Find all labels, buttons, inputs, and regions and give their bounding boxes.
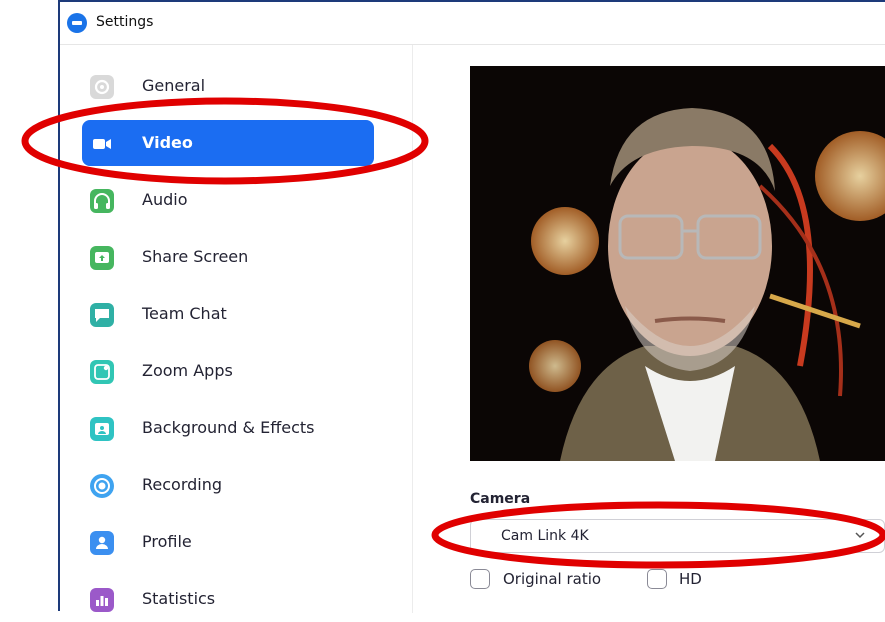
video-settings-panel: Camera Cam Link 4K Original ratio HD xyxy=(413,45,885,613)
statistics-icon xyxy=(90,588,114,612)
settings-sidebar: General Video Audio Share Screen Team Ch… xyxy=(60,45,413,613)
sidebar-item-label: General xyxy=(142,76,206,95)
apps-icon xyxy=(90,360,114,384)
sidebar-item-general[interactable]: General xyxy=(82,63,374,109)
camera-label: Camera xyxy=(470,491,531,507)
sidebar-item-label: Zoom Apps xyxy=(142,361,233,380)
camera-preview-image xyxy=(470,66,885,461)
hd-checkbox[interactable] xyxy=(647,569,667,589)
sidebar-item-label: Team Chat xyxy=(142,304,227,323)
sidebar-item-label: Recording xyxy=(142,475,223,494)
camera-select-value: Cam Link 4K xyxy=(501,528,589,544)
chevron-down-icon xyxy=(855,532,865,539)
sidebar-item-profile[interactable]: Profile xyxy=(82,519,374,565)
chat-bubble-icon xyxy=(90,303,114,327)
headphones-icon xyxy=(90,189,114,213)
sidebar-item-video[interactable]: Video xyxy=(82,120,374,166)
video-camera-icon xyxy=(90,132,114,156)
sidebar-item-statistics[interactable]: Statistics xyxy=(82,576,374,622)
sidebar-item-recording[interactable]: Recording xyxy=(82,462,374,508)
sidebar-item-label: Video xyxy=(142,133,193,152)
record-icon xyxy=(90,474,114,498)
profile-icon xyxy=(90,531,114,555)
sidebar-item-label: Share Screen xyxy=(142,247,249,266)
camera-preview xyxy=(470,66,885,461)
window-title: Settings xyxy=(96,14,154,30)
sidebar-item-zoom-apps[interactable]: Zoom Apps xyxy=(82,348,374,394)
gear-icon xyxy=(90,75,114,99)
sidebar-item-team-chat[interactable]: Team Chat xyxy=(82,291,374,337)
camera-select[interactable]: Cam Link 4K xyxy=(470,519,885,553)
zoom-logo-icon xyxy=(67,13,87,33)
settings-window: Settings General Video Audio Share Scree… xyxy=(58,0,885,613)
original-ratio-checkbox[interactable] xyxy=(470,569,490,589)
sidebar-item-label: Audio xyxy=(142,190,188,209)
sidebar-item-label: Background & Effects xyxy=(142,418,315,437)
hd-label: HD xyxy=(679,570,702,588)
sidebar-item-audio[interactable]: Audio xyxy=(82,177,374,223)
share-screen-icon xyxy=(90,246,114,270)
original-ratio-label: Original ratio xyxy=(503,570,602,588)
sidebar-item-label: Profile xyxy=(142,532,192,551)
title-bar: Settings xyxy=(60,2,885,45)
sidebar-item-background-effects[interactable]: Background & Effects xyxy=(82,405,374,451)
sidebar-item-share-screen[interactable]: Share Screen xyxy=(82,234,374,280)
sidebar-item-label: Statistics xyxy=(142,589,216,608)
background-icon xyxy=(90,417,114,441)
